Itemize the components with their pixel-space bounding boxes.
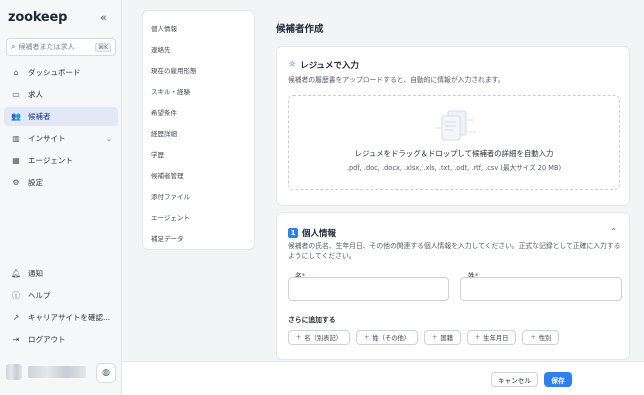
- globe-icon[interactable]: ◍: [96, 363, 116, 383]
- chip-label: 国籍: [440, 335, 453, 342]
- add-alt-first-name-button[interactable]: + 名（別表記）: [288, 330, 351, 345]
- save-button[interactable]: 保存: [544, 372, 572, 387]
- resume-card-title: レジュメで入力: [300, 61, 359, 71]
- page-title: 候補者作成: [276, 24, 324, 35]
- resume-card-header: ☼ レジュメで入力: [288, 59, 359, 71]
- section-link[interactable]: 経歴詳細: [143, 122, 254, 143]
- app-logo[interactable]: zookeep: [8, 10, 67, 25]
- section-nav: 個人情報 連絡先 現在の雇用形態 スキル・経験 希望条件 経歴詳細 学歴 候補者…: [142, 10, 255, 250]
- briefcase-icon: ▭: [12, 90, 20, 99]
- external-link-icon: ↗: [12, 313, 20, 322]
- sidebar-item-label: ヘルプ: [28, 291, 51, 300]
- search-input[interactable]: ⌕ 候補者または求人 ⌘K: [6, 38, 116, 56]
- sidebar-item-label: 候補者: [28, 112, 51, 121]
- section-link[interactable]: スキル・経験: [143, 80, 254, 101]
- sidebar-item-label: 求人: [28, 90, 43, 99]
- section-number-badge: 1: [288, 228, 298, 238]
- section-link[interactable]: 希望条件: [143, 101, 254, 122]
- sidebar-item-logout[interactable]: ⇥ ログアウト: [4, 330, 118, 349]
- sidebar-item-jobs[interactable]: ▭ 求人: [4, 85, 118, 104]
- lightbulb-icon: ☼: [288, 60, 297, 70]
- section-link[interactable]: 現在の雇用形態: [143, 59, 254, 80]
- sidebar-item-dashboard[interactable]: ⌂ ダッシュボード: [4, 63, 118, 82]
- section-link[interactable]: エージェント: [143, 206, 254, 227]
- chip-label: 性別: [538, 335, 552, 342]
- collapse-sidebar-icon[interactable]: «: [100, 11, 107, 24]
- chip-label: 姓（その他）: [372, 335, 411, 342]
- section-link[interactable]: 学歴: [143, 143, 254, 164]
- section-link[interactable]: 補足データ: [143, 227, 254, 248]
- sidebar-item-agents[interactable]: ▦ エージェント: [4, 151, 118, 170]
- search-shortcut: ⌘K: [95, 42, 111, 52]
- sidebar-item-label: エージェント: [28, 156, 73, 165]
- sidebar-item-career-site[interactable]: ↗ キャリアサイトを確認...: [4, 308, 118, 327]
- bottom-nav: 🔔︎ 通知 ⓘ ヘルプ ↗ キャリアサイトを確認... ⇥ ログアウト: [4, 264, 118, 352]
- chevron-down-icon: ⌄: [106, 134, 112, 143]
- chip-label: 生年月日: [483, 335, 509, 342]
- sidebar-item-label: ダッシュボード: [28, 68, 81, 77]
- cancel-button[interactable]: キャンセル: [491, 372, 538, 387]
- bell-icon: 🔔︎: [10, 269, 22, 278]
- section-link[interactable]: 候補者管理: [143, 164, 254, 185]
- main-nav: ⌂ ダッシュボード ▭ 求人 👥 候補者 ▥ インサイト ⌄ ▦ エージェント …: [4, 63, 118, 195]
- add-nationality-button[interactable]: + 国籍: [424, 330, 461, 345]
- sidebar-item-notifications[interactable]: 🔔︎ 通知: [4, 264, 118, 283]
- sidebar-item-candidates[interactable]: 👥 候補者: [4, 107, 118, 126]
- section-link[interactable]: 個人情報: [143, 17, 254, 38]
- help-icon: ⓘ: [12, 291, 20, 300]
- sidebar: zookeep « ⌕ 候補者または求人 ⌘K ⌂ ダッシュボード ▭ 求人 👥…: [0, 0, 122, 395]
- chart-icon: ▥: [12, 134, 20, 143]
- gear-icon: ⚙: [12, 178, 20, 187]
- personal-info-header[interactable]: 1 個人情報: [288, 227, 336, 239]
- plus-icon: +: [364, 334, 370, 341]
- home-icon: ⌂: [13, 68, 19, 77]
- add-birthdate-button[interactable]: + 生年月日: [467, 330, 517, 345]
- sidebar-item-label: 設定: [28, 178, 43, 187]
- add-more-label: さらに追加する: [288, 316, 336, 324]
- add-field-chips: + 名（別表記） + 姓（その他） + 国籍 + 生年月日 + 性別: [288, 330, 565, 345]
- first-name-field[interactable]: [288, 277, 449, 301]
- plus-icon: +: [475, 334, 481, 341]
- building-icon: ▦: [12, 156, 20, 165]
- plus-icon: +: [296, 334, 302, 341]
- user-name-redacted: [28, 366, 86, 378]
- search-placeholder: 候補者または求人: [18, 43, 75, 51]
- chip-label: 名（別表記）: [304, 335, 343, 342]
- personal-info-title: 個人情報: [302, 229, 337, 239]
- resume-upload-card: ☼ レジュメで入力 候補者の履歴書をアップロードすると、自動的に情報が入力されま…: [276, 46, 630, 206]
- resume-dropzone[interactable]: レジュメをドラッグ＆ドロップして候補者の詳細を自動入力 .pdf, .doc, …: [288, 95, 620, 190]
- personal-info-description: 候補者の氏名、生年月日、その他の関連する個人情報を入力してください。正式な記録と…: [288, 242, 621, 260]
- logout-icon: ⇥: [12, 335, 20, 344]
- sidebar-item-label: インサイト: [28, 134, 66, 143]
- dropzone-formats: .pdf, .doc, .docx, .xlsx, .xls, .txt, .o…: [346, 164, 562, 172]
- users-icon: 👥: [11, 112, 21, 121]
- plus-icon: +: [530, 334, 536, 341]
- personal-info-card: 1 個人情報 ⌃ 候補者の氏名、生年月日、その他の関連する個人情報を入力してくだ…: [276, 212, 630, 360]
- sidebar-item-settings[interactable]: ⚙ 設定: [4, 173, 118, 192]
- sidebar-item-label: キャリアサイトを確認...: [28, 313, 111, 322]
- search-icon: ⌕: [11, 42, 16, 51]
- form-footer: キャンセル 保存: [122, 361, 644, 395]
- chevron-up-icon[interactable]: ⌃: [610, 227, 617, 236]
- add-other-last-name-button[interactable]: + 姓（その他）: [356, 330, 419, 345]
- plus-icon: +: [432, 334, 438, 341]
- section-link[interactable]: 連絡先: [143, 38, 254, 59]
- sidebar-item-help[interactable]: ⓘ ヘルプ: [4, 286, 118, 305]
- sidebar-item-insights[interactable]: ▥ インサイト ⌄: [4, 129, 118, 148]
- last-name-field[interactable]: [460, 277, 622, 301]
- sidebar-item-label: ログアウト: [28, 335, 66, 344]
- section-link[interactable]: 添付ファイル: [143, 185, 254, 206]
- sidebar-item-label: 通知: [28, 269, 43, 278]
- add-gender-button[interactable]: + 性別: [522, 330, 560, 345]
- avatar: [6, 364, 22, 380]
- resume-card-description: 候補者の履歴書をアップロードすると、自動的に情報が入力されます。: [288, 76, 505, 84]
- documents-icon: [436, 110, 476, 141]
- dropzone-title: レジュメをドラッグ＆ドロップして候補者の詳細を自動入力: [354, 149, 554, 158]
